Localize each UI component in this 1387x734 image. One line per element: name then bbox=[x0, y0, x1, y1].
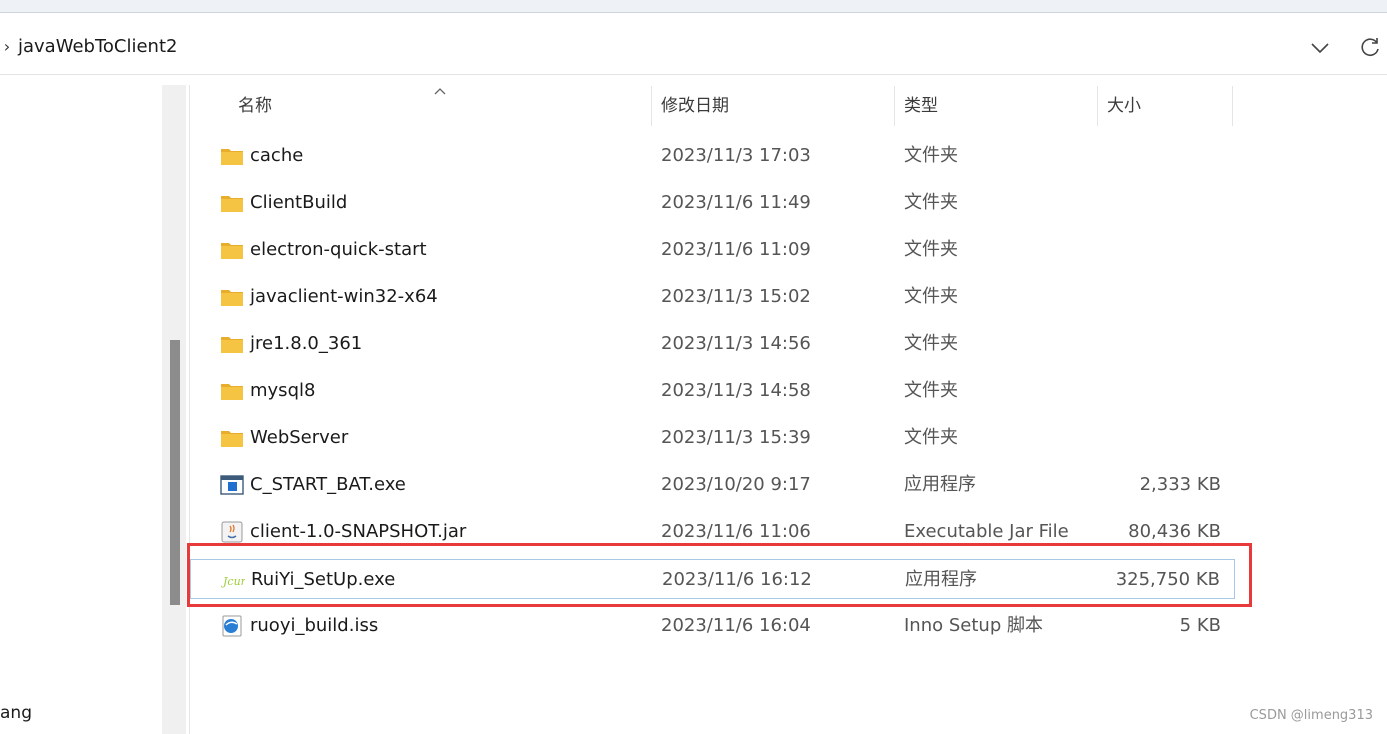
exe-window-icon bbox=[220, 474, 244, 496]
folder-row[interactable]: jre1.8.0_361 2023/11/3 14:56 文件夹 bbox=[190, 324, 1235, 364]
file-modified-date: 2023/11/6 16:04 bbox=[661, 615, 811, 636]
file-modified-date: 2023/10/20 9:17 bbox=[661, 474, 811, 495]
folder-row[interactable]: javaclient-win32-x64 2023/11/3 15:02 文件夹 bbox=[190, 277, 1235, 317]
watermark: CSDN @limeng313 bbox=[1249, 708, 1373, 723]
file-name: cache bbox=[250, 145, 304, 166]
inno-setup-icon bbox=[220, 615, 244, 637]
folder-icon bbox=[220, 427, 244, 449]
folder-row[interactable]: ClientBuild 2023/11/6 11:49 文件夹 bbox=[190, 183, 1235, 223]
nav-scrollbar-thumb[interactable] bbox=[170, 340, 180, 605]
file-type: 文件夹 bbox=[904, 333, 958, 354]
file-modified-date: 2023/11/3 15:02 bbox=[661, 286, 811, 307]
folder-icon bbox=[220, 333, 244, 355]
navigation-pane[interactable]: ang bbox=[0, 75, 160, 734]
folder-icon bbox=[220, 286, 244, 308]
column-separator[interactable] bbox=[651, 86, 652, 126]
breadcrumb-current-folder[interactable]: javaWebToClient2 bbox=[18, 35, 177, 59]
folder-icon bbox=[220, 380, 244, 402]
file-name: ruoyi_build.iss bbox=[250, 615, 379, 636]
file-type: 应用程序 bbox=[904, 474, 976, 495]
column-header-size[interactable]: 大小 bbox=[1107, 86, 1141, 126]
file-type: 文件夹 bbox=[904, 380, 958, 401]
file-name: WebServer bbox=[250, 427, 349, 448]
chevron-down-icon[interactable] bbox=[1306, 34, 1334, 62]
file-modified-date: 2023/11/3 17:03 bbox=[661, 145, 811, 166]
file-size: 2,333 KB bbox=[1139, 474, 1221, 495]
file-name: C_START_BAT.exe bbox=[250, 474, 406, 495]
column-separator[interactable] bbox=[1097, 86, 1098, 126]
file-modified-date: 2023/11/3 14:56 bbox=[661, 333, 811, 354]
folder-row[interactable]: electron-quick-start 2023/11/6 11:09 文件夹 bbox=[190, 230, 1235, 270]
nav-item-partial-label[interactable]: ang bbox=[0, 703, 32, 723]
file-type: 文件夹 bbox=[904, 286, 958, 307]
file-name: mysql8 bbox=[250, 380, 316, 401]
folder-icon bbox=[220, 239, 244, 261]
folder-row[interactable]: cache 2023/11/3 17:03 文件夹 bbox=[190, 136, 1235, 176]
column-header-row: 名称 修改日期 类型 大小 bbox=[190, 86, 1235, 126]
file-name: ClientBuild bbox=[250, 192, 348, 213]
annotation-highlight-box bbox=[187, 543, 1252, 607]
file-modified-date: 2023/11/3 15:39 bbox=[661, 427, 811, 448]
java-jar-icon bbox=[220, 521, 244, 543]
file-type: 文件夹 bbox=[904, 239, 958, 260]
file-size: 5 KB bbox=[1179, 615, 1221, 636]
window-top-strip bbox=[0, 0, 1387, 13]
file-name: jre1.8.0_361 bbox=[250, 333, 363, 354]
file-type: 文件夹 bbox=[904, 192, 958, 213]
folder-row[interactable]: mysql8 2023/11/3 14:58 文件夹 bbox=[190, 371, 1235, 411]
file-row[interactable]: ruoyi_build.iss 2023/11/6 16:04 Inno Setup… bbox=[190, 606, 1235, 646]
file-modified-date: 2023/11/3 14:58 bbox=[661, 380, 811, 401]
breadcrumb-chevron-icon[interactable]: › bbox=[0, 35, 14, 59]
folder-icon bbox=[220, 192, 244, 214]
column-separator[interactable] bbox=[1232, 86, 1233, 126]
folder-icon bbox=[220, 145, 244, 167]
file-type: 文件夹 bbox=[904, 427, 958, 448]
folder-row[interactable]: WebServer 2023/11/3 15:39 文件夹 bbox=[190, 418, 1235, 458]
file-modified-date: 2023/11/6 11:09 bbox=[661, 239, 811, 260]
file-type: 文件夹 bbox=[904, 145, 958, 166]
column-separator[interactable] bbox=[894, 86, 895, 126]
file-row[interactable]: C_START_BAT.exe 2023/10/20 9:17 应用程序 2,333 … bbox=[190, 465, 1235, 505]
file-type: Inno Setup 脚本 bbox=[904, 615, 1043, 636]
file-name: electron-quick-start bbox=[250, 239, 427, 260]
file-modified-date: 2023/11/6 11:49 bbox=[661, 192, 811, 213]
sort-ascending-icon bbox=[432, 82, 448, 95]
refresh-icon[interactable] bbox=[1356, 34, 1384, 62]
file-name: javaclient-win32-x64 bbox=[250, 286, 438, 307]
column-header-name[interactable]: 名称 bbox=[238, 86, 272, 126]
column-header-type[interactable]: 类型 bbox=[904, 86, 938, 126]
address-bar[interactable]: › javaWebToClient2 bbox=[0, 22, 1387, 75]
column-header-date[interactable]: 修改日期 bbox=[661, 86, 729, 126]
